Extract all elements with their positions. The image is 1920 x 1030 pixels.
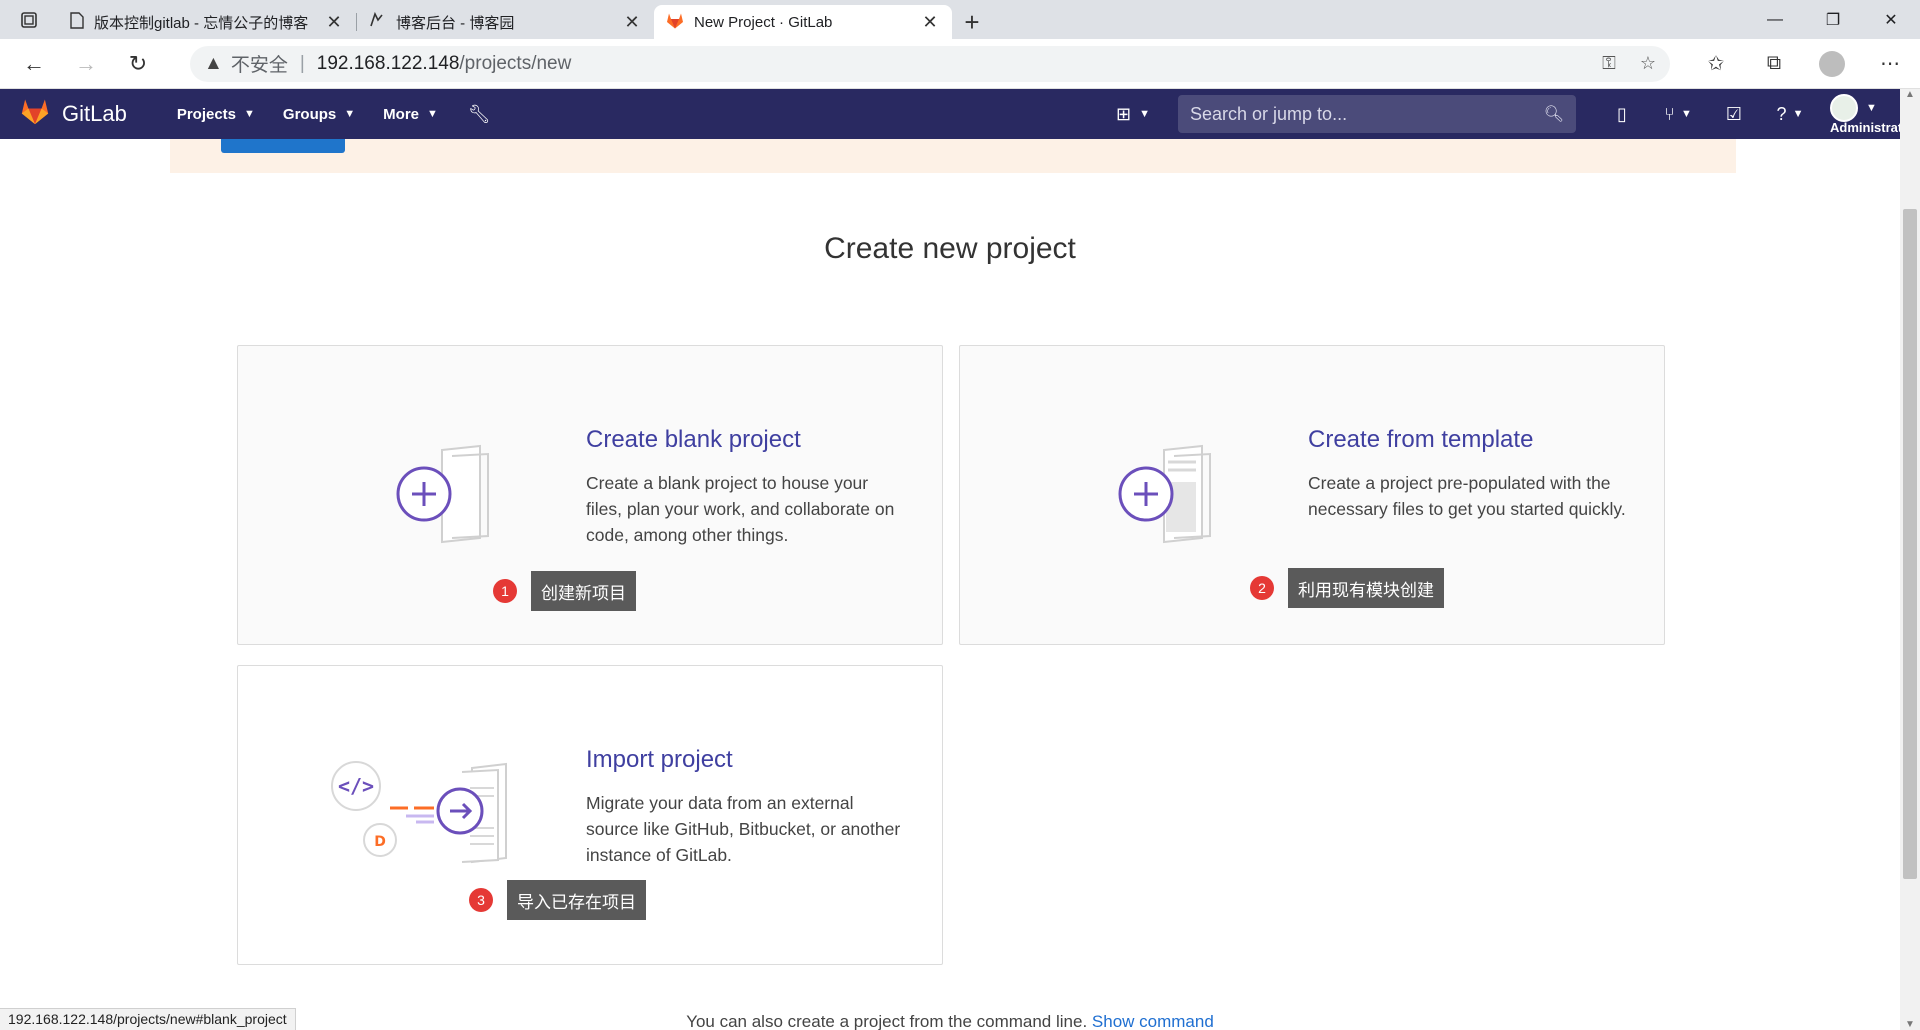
annotation-2: 2 利用现有模块创建 [1250,568,1444,608]
collections-icon[interactable]: ⧉ [1748,44,1800,84]
main-nav: Projects ▼ Groups ▼ More ▼ [177,106,438,123]
profile-avatar[interactable] [1819,50,1845,77]
import-project-description: Migrate your data from an external sourc… [586,793,901,865]
chevron-down-icon: ▼ [344,108,356,120]
tab-title: New Project · GitLab [694,13,833,31]
blank-project-illustration-icon [396,444,489,544]
annotation-1: 1 创建新项目 [493,571,636,611]
nav-projects[interactable]: Projects ▼ [177,106,255,123]
browser-tab-1[interactable]: 版本控制gitlab - 忘情公子的博客 ✕ [58,5,356,39]
nav-more-label: More [383,105,419,123]
annotation-number: 1 [493,579,517,603]
new-dropdown[interactable]: ⊞ ▼ [1116,104,1150,125]
chevron-down-icon: ▼ [427,108,438,120]
issues-icon[interactable]: ▯ [1598,104,1646,125]
page-icon [70,11,84,33]
close-icon[interactable]: ✕ [622,12,642,33]
template-project-title[interactable]: Create from template [1308,426,1533,454]
close-icon[interactable]: ✕ [920,12,940,33]
alert-button[interactable] [221,139,345,153]
address-bar[interactable]: ▲ 不安全 | 192.168.122.148 /projects/new ⚿ … [190,45,1670,82]
import-project-title[interactable]: Import project [586,746,733,774]
command-line-text: You can also create a project from the c… [686,1012,1088,1030]
svg-text:D: D [374,834,386,850]
annotation-label: 利用现有模块创建 [1288,568,1444,608]
page-scrollbar[interactable]: ▲ ▼ [1900,89,1920,1030]
annotation-3: 3 导入已存在项目 [469,880,646,920]
browser-tab-3[interactable]: New Project · GitLab ✕ [654,5,952,39]
search-box[interactable]: 🔍︎ [1178,95,1576,133]
omnibox-icons: ⚿ ☆ [1602,53,1656,74]
admin-wrench-icon[interactable]: 🔧︎ [468,104,491,125]
scroll-up-icon[interactable]: ▲ [1900,89,1920,100]
address-separator: | [299,52,305,74]
search-icon: 🔍︎ [1543,106,1564,123]
window-close-icon[interactable]: ✕ [1862,0,1920,39]
annotation-label: 导入已存在项目 [507,880,646,920]
blank-project-title[interactable]: Create blank project [586,426,801,454]
search-input[interactable] [1190,103,1544,125]
gitlab-tanuki-icon [666,12,684,33]
show-command-link[interactable]: Show command [1092,1012,1214,1030]
import-project-illustration-icon: </> D [331,761,507,864]
help-icon[interactable]: ? ▼ [1758,104,1822,125]
browser-tools: ✩ ⧉ ⋯ [1690,44,1916,84]
warning-icon: ▲ [204,52,223,74]
gitlab-navbar: GitLab Projects▼ Groups▼ More▼ 🔧︎ ⊞▼ 🔍︎ … [0,89,1915,139]
more-menu-icon[interactable]: ⋯ [1864,44,1916,84]
nav-groups[interactable]: Groups ▼ [283,106,355,123]
gitlab-home-link[interactable]: GitLab [20,97,127,131]
favorites-icon[interactable]: ✩ [1690,44,1742,84]
cnblogs-icon [368,11,386,33]
nav-projects-label: Projects [176,105,237,123]
close-icon[interactable]: ✕ [324,12,344,33]
blank-project-description: Create a blank project to house your fil… [586,473,895,545]
key-icon[interactable]: ⚿ [1602,53,1616,74]
scroll-down-icon[interactable]: ▼ [1900,1019,1920,1030]
gitlab-tanuki-icon [20,97,50,131]
plus-square-icon: ⊞ [1116,103,1132,124]
merge-requests-icon[interactable]: ⑂ ▼ [1646,104,1710,125]
page-title: Create new project [824,232,1076,265]
tab-actions-icon[interactable] [0,0,58,39]
restore-icon[interactable]: ❐ [1804,0,1862,39]
window-controls: — ❐ ✕ [1746,0,1920,39]
reload-icon[interactable]: ↻ [112,44,164,84]
chevron-down-icon: ▼ [244,108,255,120]
alert-banner [170,139,1736,173]
chevron-down-icon: ▼ [1866,101,1877,114]
tab-title: 版本控制gitlab - 忘情公子的博客 [94,14,309,32]
svg-text:</>: </> [338,774,374,798]
annotation-number: 3 [469,888,493,912]
link-status-bar: 192.168.122.148/projects/new#blank_proje… [0,1008,296,1030]
annotation-label: 创建新项目 [531,571,636,611]
url-host: 192.168.122.148 [316,52,460,74]
chevron-down-icon: ▼ [1792,108,1804,120]
navbar-right: ⊞▼ 🔍︎ ▯ ⑂▼ ☑ ?▼ ▼ Administrator [1116,93,1915,135]
browser-toolbar: ← → ↻ ▲ 不安全 | 192.168.122.148 /projects/… [0,39,1920,89]
template-project-description: Create a project pre-populated with the … [1308,473,1626,519]
annotation-number: 2 [1250,576,1274,600]
gitlab-brand: GitLab [62,101,127,126]
browser-tab-2[interactable]: 博客后台 - 博客园 ✕ [356,5,654,39]
template-project-illustration-icon [1118,444,1211,544]
chevron-down-icon: ▼ [1139,108,1150,120]
url-path: /projects/new [459,52,572,74]
minimize-icon[interactable]: — [1746,0,1804,39]
chevron-down-icon: ▼ [1680,108,1692,120]
add-favorite-icon[interactable]: ☆ [1640,53,1656,74]
back-arrow-icon[interactable]: ← [8,44,60,84]
new-tab-icon[interactable]: + [952,5,992,39]
insecure-label: 不安全 [230,55,288,76]
nav-groups-label: Groups [282,105,337,123]
nav-more[interactable]: More ▼ [383,106,438,123]
scrollbar-thumb[interactable] [1903,209,1917,879]
tab-title: 博客后台 - 博客园 [396,14,515,32]
forward-arrow-icon[interactable]: → [60,44,112,84]
user-menu[interactable]: ▼ Administrator [1830,93,1915,135]
browser-tabstrip: 版本控制gitlab - 忘情公子的博客 ✕ 博客后台 - 博客园 ✕ New … [0,0,1920,39]
avatar [1830,93,1858,122]
import-project-card[interactable]: </> D Import project Migrate your data f… [237,665,943,965]
todos-icon[interactable]: ☑ [1710,104,1758,125]
